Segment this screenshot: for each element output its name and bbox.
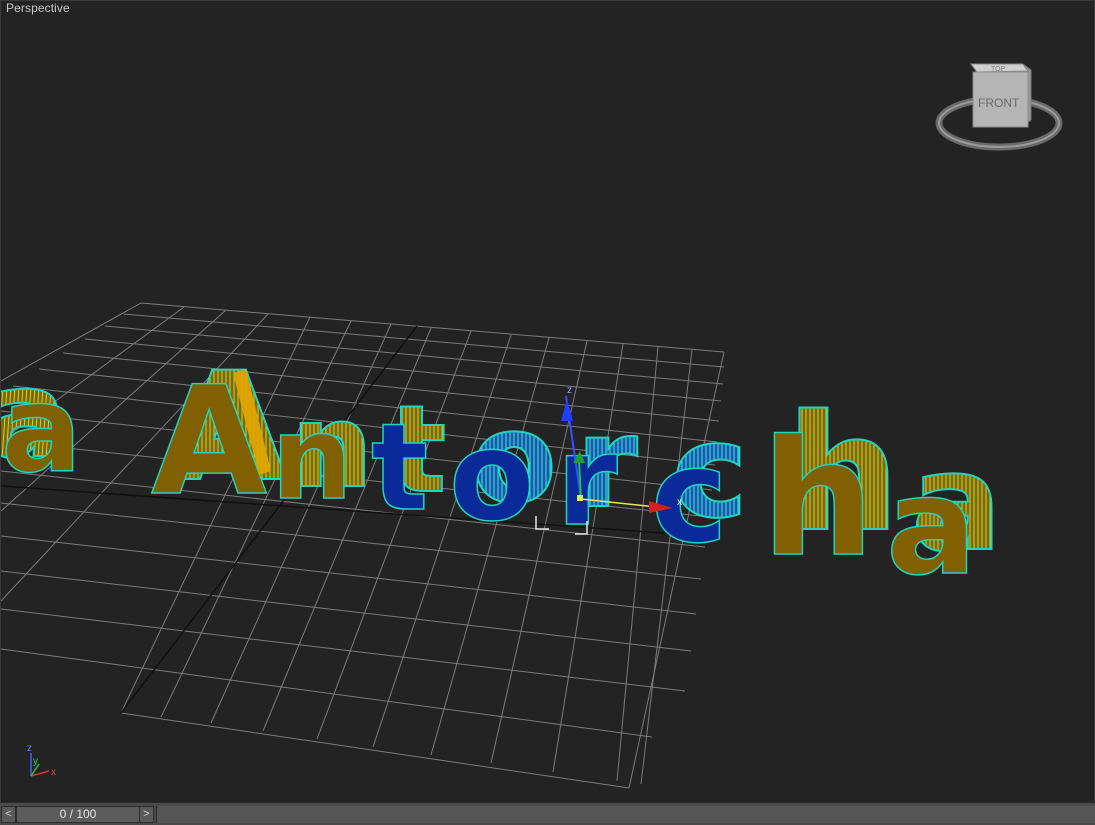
tripod-x-label: x	[51, 767, 56, 778]
svg-text:o: o	[449, 404, 535, 549]
svg-text:A: A	[151, 355, 267, 529]
prev-frame-button[interactable]: <	[1, 806, 16, 823]
svg-text:t: t	[371, 399, 428, 538]
perspective-viewport[interactable]: Perspective a A n t o r c h a a A n t o …	[0, 0, 1095, 803]
viewcube-front-label: FRONT	[978, 96, 1020, 110]
tripod-y-label: y	[33, 756, 38, 767]
svg-text:h: h	[761, 405, 875, 592]
gizmo-z-label: z	[567, 385, 572, 396]
axis-tripod: z x y	[27, 743, 56, 778]
svg-text:n: n	[271, 392, 353, 526]
text-object-a-antorcha[interactable]: a A n t o r c h a a A n t o r c h a	[1, 340, 1003, 606]
viewcube-top-label: TOP	[991, 66, 1006, 73]
gizmo-x-label: x	[677, 497, 682, 508]
svg-text:a: a	[1, 361, 82, 500]
trackbar[interactable]	[156, 806, 1095, 823]
svg-text:a: a	[886, 448, 977, 605]
tripod-z-label: z	[27, 743, 32, 754]
time-slider-bar: < 0 / 100 >	[0, 802, 1095, 825]
next-frame-button[interactable]: >	[139, 806, 154, 823]
svg-text:c: c	[651, 420, 728, 572]
viewcube[interactable]: TOP FRONT	[931, 56, 1071, 161]
time-slider[interactable]: 0 / 100	[16, 806, 140, 823]
